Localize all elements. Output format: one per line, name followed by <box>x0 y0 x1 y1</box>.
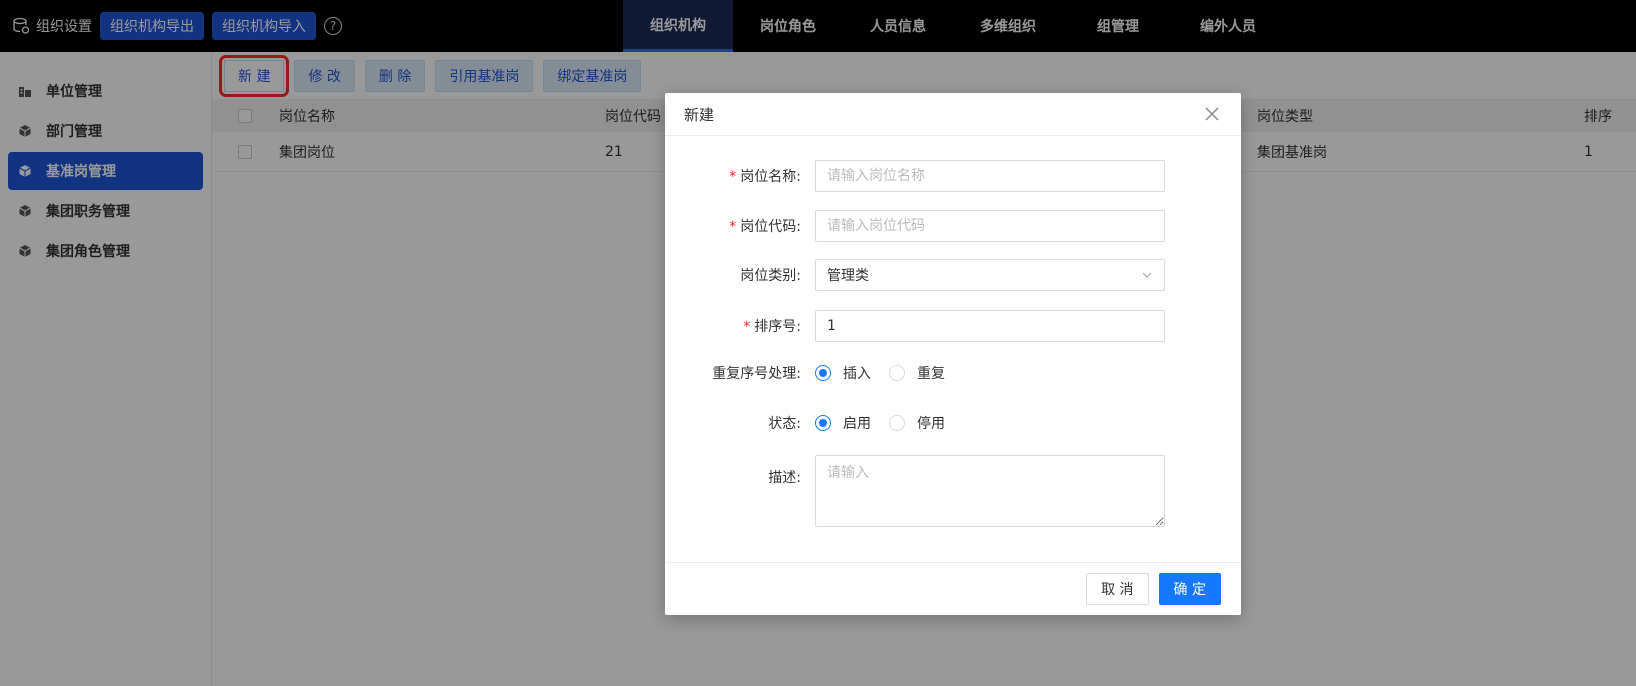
required-mark: * <box>729 169 737 185</box>
form-row-description: 描述: <box>665 455 1241 527</box>
post-category-label: 岗位类别: <box>740 268 801 284</box>
required-mark: * <box>729 219 737 235</box>
form-row-post-code: * 岗位代码: <box>665 210 1241 242</box>
required-mark: * <box>743 319 751 335</box>
new-post-dialog: 新建 *岗位名称: *岗位代码: 岗位类别: 管理类 *排序号: 重复序号处理:… <box>665 93 1241 615</box>
post-name-input[interactable] <box>815 160 1165 192</box>
duplicate-label: 重复序号处理: <box>712 366 801 382</box>
radio-enable[interactable]: 启用 <box>815 413 871 433</box>
radio-insert[interactable]: 插入 <box>815 363 871 383</box>
radio-disable[interactable]: 停用 <box>889 413 945 433</box>
cancel-button[interactable]: 取 消 <box>1086 573 1149 605</box>
radio-dot[interactable] <box>889 415 905 431</box>
post-code-label: * 岗位代码: <box>729 219 801 235</box>
form-row-order: * 排序号: <box>665 310 1241 342</box>
radio-label: 停用 <box>917 416 945 432</box>
radio-dot-checked[interactable] <box>815 365 831 381</box>
form-row-status: 状态: 启用 停用 <box>665 411 1241 435</box>
post-category-value: 管理类 <box>827 268 869 284</box>
radio-label: 插入 <box>843 366 871 382</box>
post-name-label: * 岗位名称: <box>729 169 801 185</box>
status-label: 状态: <box>768 416 801 432</box>
form-row-post-category: 岗位类别: 管理类 <box>665 259 1241 291</box>
order-label: * 排序号: <box>743 319 801 335</box>
radio-dot-checked[interactable] <box>815 415 831 431</box>
radio-dot[interactable] <box>889 365 905 381</box>
description-label: 描述: <box>768 470 801 486</box>
dialog-header: 新建 <box>665 93 1241 136</box>
form-row-post-name: * 岗位名称: <box>665 160 1241 192</box>
duplicate-radio-group: 插入 重复 <box>815 363 963 383</box>
description-textarea[interactable] <box>815 455 1165 527</box>
post-category-select[interactable]: 管理类 <box>815 259 1165 291</box>
status-radio-group: 启用 停用 <box>815 413 963 433</box>
form-row-duplicate: 重复序号处理: 插入 重复 <box>665 361 1241 385</box>
chevron-down-icon <box>1142 272 1152 278</box>
dialog-title: 新建 <box>684 105 715 124</box>
close-icon[interactable] <box>1201 103 1223 125</box>
radio-label: 启用 <box>843 416 871 432</box>
dialog-footer: 取 消 确 定 <box>665 562 1241 615</box>
confirm-button[interactable]: 确 定 <box>1158 573 1221 605</box>
radio-repeat[interactable]: 重复 <box>889 363 945 383</box>
radio-label: 重复 <box>917 366 945 382</box>
post-code-input[interactable] <box>815 210 1165 242</box>
order-input[interactable] <box>815 310 1165 342</box>
